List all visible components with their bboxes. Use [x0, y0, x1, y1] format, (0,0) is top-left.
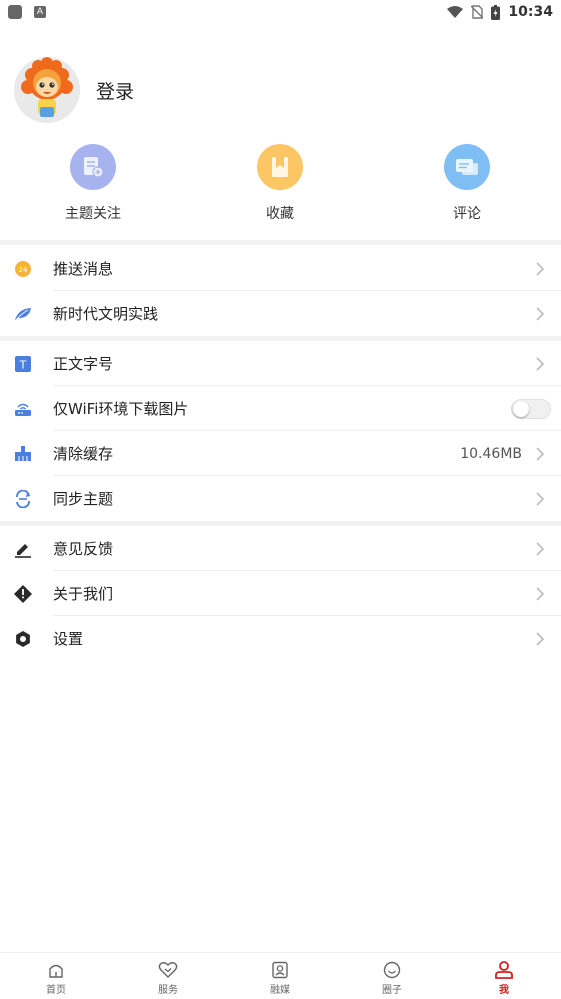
- chevron-right-icon: [536, 541, 545, 556]
- chevron-right-icon: [536, 586, 545, 601]
- bookmark-icon: [272, 157, 288, 177]
- pen-icon: [14, 540, 32, 558]
- person-icon: [495, 961, 513, 979]
- tab-services[interactable]: 服务: [138, 961, 198, 996]
- favorites-circle: [257, 144, 303, 190]
- chevron-right-icon: [536, 491, 545, 506]
- wifi-router-icon: [14, 400, 32, 418]
- tab-label: 圈子: [382, 985, 402, 996]
- screen: A 10:34 登录 主题关注 收藏 评论 24 推送消息 新时代文明实践 T …: [0, 0, 561, 999]
- menu-item-font-size[interactable]: T 正文字号: [0, 341, 561, 386]
- tab-circles[interactable]: 圈子: [362, 961, 422, 996]
- tab-label: 服务: [158, 985, 178, 996]
- gear-icon: [14, 630, 32, 648]
- menu-label: 清除缓存: [53, 445, 114, 463]
- text-size-icon: T: [14, 355, 32, 373]
- tab-home[interactable]: 首页: [26, 961, 86, 996]
- quick-action-label: 主题关注: [65, 206, 121, 222]
- wifi-icon: [447, 5, 464, 18]
- menu-label: 正文字号: [53, 355, 114, 373]
- comments-circle: [444, 144, 490, 190]
- svg-text:24: 24: [19, 266, 28, 274]
- menu-label: 仅WiFi环境下载图片: [53, 400, 189, 418]
- leaf-icon: [14, 305, 32, 323]
- menu-item-settings[interactable]: 设置: [0, 616, 561, 661]
- menu-label: 设置: [53, 630, 84, 648]
- wifi-only-toggle[interactable]: [511, 398, 551, 419]
- section-divider: [0, 240, 561, 245]
- home-icon: [49, 964, 63, 978]
- clock-time: 10:34: [508, 4, 553, 20]
- bottom-tab-bar: 首页 服务 融媒 圈子 我: [0, 952, 561, 999]
- chevron-right-icon: [536, 261, 545, 276]
- menu-label: 意见反馈: [53, 540, 114, 558]
- battery-charging-icon: [491, 4, 501, 20]
- status-bar: A 10:34: [0, 0, 561, 24]
- cache-size: 10.46MB: [460, 445, 522, 462]
- menu-label: 同步主题: [53, 490, 114, 508]
- quick-action-topic-follow[interactable]: 主题关注: [38, 144, 148, 223]
- svg-text:T: T: [19, 358, 27, 371]
- tab-me[interactable]: 我: [474, 961, 534, 996]
- menu-item-push-messages[interactable]: 24 推送消息: [0, 246, 561, 291]
- quick-action-favorites[interactable]: 收藏: [225, 144, 335, 223]
- chevron-right-icon: [536, 446, 545, 461]
- toggle-knob: [513, 400, 529, 417]
- menu-item-wifi-only-images: 仅WiFi环境下载图片: [0, 386, 561, 431]
- menu-item-sync-topics[interactable]: 同步主题: [0, 476, 561, 521]
- document-add-icon: [84, 157, 104, 178]
- push-24-icon: 24: [14, 260, 32, 278]
- login-link[interactable]: 登录: [96, 77, 134, 104]
- chat-icon: [456, 159, 478, 175]
- quick-action-comments[interactable]: 评论: [412, 144, 522, 223]
- tab-label: 首页: [46, 985, 66, 996]
- tab-label: 融媒: [270, 985, 290, 996]
- smile-icon: [383, 961, 401, 979]
- menu-item-feedback[interactable]: 意见反馈: [0, 526, 561, 571]
- media-icon: [272, 961, 288, 979]
- quick-action-label: 评论: [453, 206, 481, 222]
- a-icon: A: [34, 6, 46, 18]
- menu-item-about-us[interactable]: 关于我们: [0, 571, 561, 616]
- chevron-right-icon: [536, 631, 545, 646]
- topic-follow-circle: [70, 144, 116, 190]
- menu-label: 关于我们: [53, 585, 114, 603]
- menu-item-clear-cache[interactable]: 清除缓存 10.46MB: [0, 431, 561, 476]
- quick-actions: 主题关注 收藏 评论: [0, 144, 561, 224]
- chevron-right-icon: [536, 306, 545, 321]
- info-diamond-icon: [14, 584, 32, 603]
- broom-icon: [14, 445, 32, 463]
- profile-header[interactable]: 登录: [14, 56, 134, 124]
- chevron-right-icon: [536, 356, 545, 371]
- menu-item-civilization-practice[interactable]: 新时代文明实践: [0, 291, 561, 336]
- lion-mascot-icon: [14, 57, 80, 123]
- menu-label: 新时代文明实践: [53, 305, 159, 323]
- heart-icon: [158, 962, 178, 978]
- app-square-icon: [8, 5, 22, 19]
- quick-action-label: 收藏: [266, 206, 294, 222]
- tab-label: 我: [499, 985, 509, 996]
- sync-icon: [14, 489, 32, 508]
- avatar[interactable]: [14, 57, 80, 123]
- no-sim-icon: [471, 5, 484, 19]
- tab-media[interactable]: 融媒: [250, 961, 310, 996]
- menu-label: 推送消息: [53, 260, 114, 278]
